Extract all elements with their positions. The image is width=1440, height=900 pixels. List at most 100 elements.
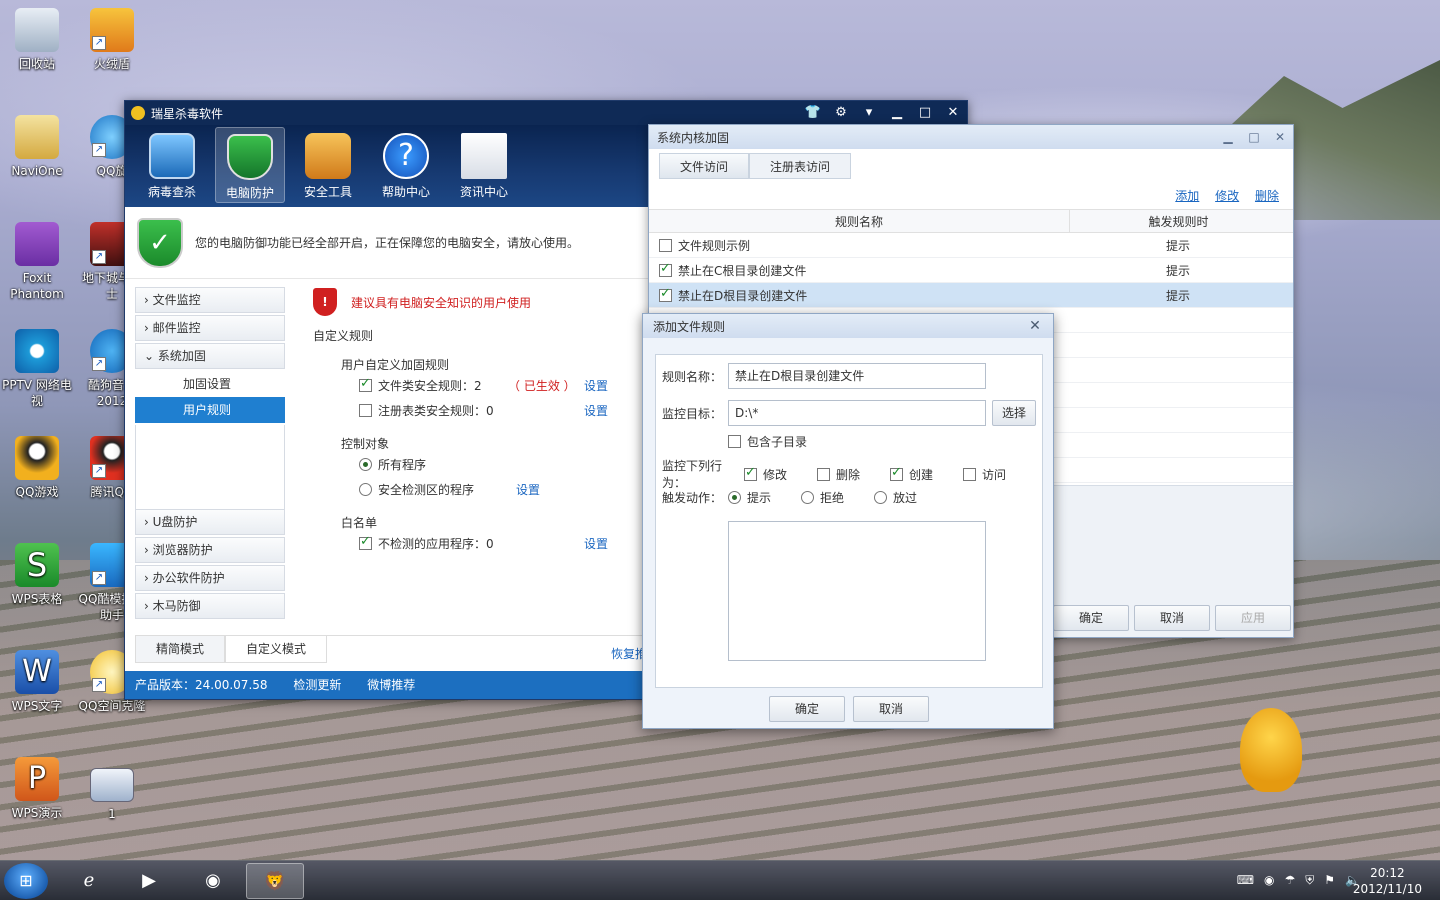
main-titlebar[interactable]: 瑞星杀毒软件 👕 ⚙ ▾ ▁ □ ✕: [125, 101, 967, 125]
desktop-icon-recycle-bin[interactable]: 回收站: [2, 8, 72, 72]
maximize-button[interactable]: □: [1241, 130, 1267, 144]
desktop-icon-pptv[interactable]: PPTV 网络电视: [2, 329, 72, 409]
desktop-icon-navione[interactable]: NaviOne: [2, 115, 72, 179]
rising-taskbar-icon[interactable]: 🦁: [246, 863, 304, 899]
dialog-titlebar[interactable]: 添加文件规则 ✕: [643, 314, 1053, 338]
whitelist-settings-link[interactable]: 设置: [584, 535, 608, 552]
tool-security-tools[interactable]: 安全工具: [293, 127, 363, 203]
minimize-button[interactable]: ▁: [883, 101, 911, 125]
registry-rules-settings-link[interactable]: 设置: [584, 402, 608, 419]
tool-virus-scan[interactable]: 病毒查杀: [137, 127, 207, 203]
kernel-titlebar[interactable]: 系统内核加固 ▁ □ ✕: [649, 125, 1293, 149]
rule-name-input[interactable]: 禁止在D根目录创建文件: [728, 363, 986, 389]
whitelist-checkbox[interactable]: [359, 534, 372, 550]
lion-mascot-icon[interactable]: [1240, 708, 1302, 792]
modify-checkbox[interactable]: [744, 465, 757, 481]
taskbar: ⊞ ℯ ▶ ◉ 🦁 ⌨ ◉ ☂ ⛨ ⚑ 🔈 20:12 2012/11/10: [0, 860, 1440, 900]
description-textarea[interactable]: [728, 521, 986, 661]
wps-sheet-icon: S: [15, 543, 59, 587]
settings-icon[interactable]: ⚙: [827, 101, 855, 125]
tab-file-access[interactable]: 文件访问: [659, 153, 750, 179]
add-link[interactable]: 添加: [1175, 189, 1199, 203]
desktop-icon-wps-writer[interactable]: W WPS文字: [2, 650, 72, 714]
ie-taskbar-icon[interactable]: ℯ: [60, 863, 118, 899]
close-icon[interactable]: ✕: [1017, 318, 1053, 334]
desktop-icon-wps-present[interactable]: P WPS演示: [2, 757, 72, 821]
rule-name: 禁止在D根目录创建文件: [678, 288, 808, 303]
weibo-link[interactable]: 微博推荐: [367, 678, 415, 692]
detect-zone-settings-link[interactable]: 设置: [516, 481, 540, 498]
row-checkbox[interactable]: [659, 286, 672, 302]
desktop-icon-wps-sheet[interactable]: S WPS表格: [2, 543, 72, 607]
close-button[interactable]: ✕: [939, 101, 967, 125]
network-icon[interactable]: ☂: [1285, 873, 1296, 888]
desktop-icon-label: 回收站: [18, 57, 55, 71]
minimize-button[interactable]: ▁: [1215, 130, 1241, 144]
delete-checkbox[interactable]: [817, 467, 831, 481]
skin-icon[interactable]: 👕: [799, 101, 827, 125]
all-programs-radio[interactable]: [359, 458, 372, 471]
flag-icon[interactable]: ⚑: [1324, 873, 1335, 888]
media-player-taskbar-icon[interactable]: ▶: [120, 863, 178, 899]
allow-radio[interactable]: [874, 491, 888, 504]
kernel-apply-button[interactable]: 应用: [1215, 605, 1291, 631]
dialog-cancel-button[interactable]: 取消: [853, 696, 929, 722]
check-update-link[interactable]: 检测更新: [293, 678, 341, 692]
sidebar-item-browser-protection[interactable]: › 浏览器防护: [135, 537, 285, 563]
edit-link[interactable]: 修改: [1215, 189, 1239, 203]
target-input[interactable]: D:\*: [728, 400, 986, 426]
create-checkbox[interactable]: [890, 465, 904, 481]
sidebar-subitem-hardening-settings[interactable]: 加固设置: [135, 371, 285, 397]
desktop-icon-huorong[interactable]: ↗ 火绒盾: [77, 8, 147, 72]
system-tray: ⌨ ◉ ☂ ⛨ ⚑ 🔈: [1227, 873, 1360, 888]
row-checkbox[interactable]: [659, 238, 672, 252]
table-row[interactable]: 禁止在C根目录创建文件 提示: [649, 258, 1293, 283]
sidebar-item-system-hardening[interactable]: ⌄ 系统加固: [135, 343, 285, 369]
select-button[interactable]: 选择: [992, 400, 1036, 426]
sidebar-item-mail-monitor[interactable]: › 邮件监控: [135, 315, 285, 341]
desktop-icon-foxit[interactable]: Foxit Phantom: [2, 222, 72, 302]
kernel-cancel-button[interactable]: 取消: [1134, 605, 1210, 631]
delete-link[interactable]: 删除: [1255, 189, 1279, 203]
registry-rules-checkbox[interactable]: [359, 404, 372, 417]
desktop-icon-qq-game[interactable]: QQ游戏: [2, 436, 72, 500]
sidebar-item-file-monitor[interactable]: › 文件监控: [135, 287, 285, 313]
prompt-radio[interactable]: [728, 491, 741, 504]
clock[interactable]: 20:12 2012/11/10: [1353, 865, 1422, 897]
detect-zone-radio[interactable]: [359, 483, 372, 496]
sidebar-subitem-user-rules[interactable]: 用户规则: [135, 397, 285, 423]
tool-pc-protection[interactable]: 电脑防护: [215, 127, 285, 203]
column-rule-name[interactable]: 规则名称: [649, 210, 1069, 232]
tab-simple-mode[interactable]: 精简模式: [135, 636, 226, 663]
start-button[interactable]: ⊞: [4, 863, 48, 899]
sidebar-item-trojan-defense[interactable]: › 木马防御: [135, 593, 285, 619]
kernel-ok-button[interactable]: 确定: [1053, 605, 1129, 631]
deny-radio[interactable]: [801, 491, 815, 504]
include-subdir-checkbox[interactable]: [728, 435, 741, 448]
pptv-taskbar-icon[interactable]: ◉: [184, 863, 242, 899]
keyboard-icon[interactable]: ⌨: [1237, 873, 1254, 888]
tab-custom-mode[interactable]: 自定义模式: [225, 636, 328, 663]
row-checkbox[interactable]: [659, 261, 672, 277]
pptv-tray-icon[interactable]: ◉: [1264, 873, 1274, 888]
file-rules-checkbox[interactable]: [359, 376, 372, 392]
sidebar-item-usb-protection[interactable]: › U盘防护: [135, 509, 285, 535]
tool-help-center[interactable]: ? 帮助中心: [371, 127, 441, 203]
tool-news-center[interactable]: 资讯中心: [449, 127, 519, 203]
menu-icon[interactable]: ▾: [855, 101, 883, 125]
shortcut-arrow-icon: ↗: [92, 678, 106, 692]
close-button[interactable]: ✕: [1267, 130, 1293, 144]
shield-tray-icon[interactable]: ⛨: [1305, 873, 1314, 888]
sidebar-item-office-protection[interactable]: › 办公软件防护: [135, 565, 285, 591]
column-trigger[interactable]: 触发规则时: [1069, 210, 1287, 232]
file-rules-settings-link[interactable]: 设置: [584, 377, 608, 394]
tab-registry-access[interactable]: 注册表访问: [749, 153, 852, 179]
folder-icon: [15, 115, 59, 159]
table-row[interactable]: 文件规则示例 提示: [649, 233, 1293, 258]
warning-shield-icon: !: [313, 288, 337, 316]
maximize-button[interactable]: □: [911, 101, 939, 125]
dialog-ok-button[interactable]: 确定: [769, 696, 845, 722]
table-row[interactable]: 禁止在D根目录创建文件 提示: [649, 283, 1293, 308]
desktop-icon-screenshot[interactable]: 1: [77, 768, 147, 822]
access-checkbox[interactable]: [963, 467, 977, 481]
